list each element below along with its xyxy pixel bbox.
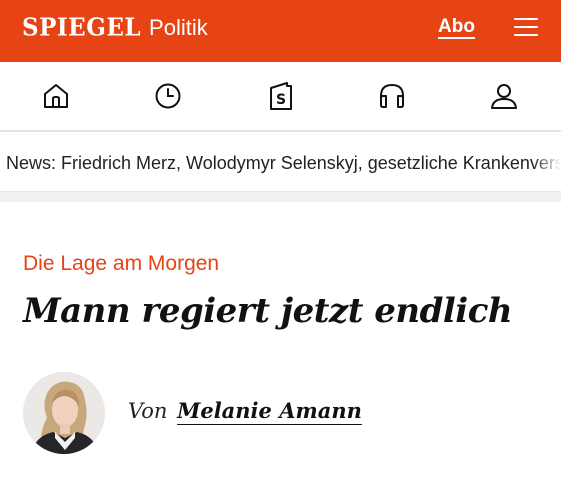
ticker-text[interactable]: News: Friedrich Merz, Wolodymyr Selensky… (6, 153, 561, 174)
byline-prefix: Von (128, 399, 168, 423)
news-ticker[interactable]: News: Friedrich Merz, Wolodymyr Selensky… (0, 134, 561, 192)
spiegel-s-icon[interactable]: S (266, 81, 296, 111)
home-icon[interactable] (41, 81, 71, 111)
ticker-fade (533, 134, 561, 191)
user-icon[interactable] (489, 81, 519, 111)
author-avatar[interactable] (23, 372, 105, 454)
brand[interactable]: SPIEGEL Politik (22, 13, 208, 41)
article-kicker[interactable]: Die Lage am Morgen (23, 252, 219, 276)
byline: Von Melanie Amann (128, 398, 362, 423)
section-divider (0, 192, 561, 202)
abo-link[interactable]: Abo (438, 16, 475, 38)
site-header: SPIEGEL Politik Abo (0, 0, 561, 62)
svg-text:S: S (276, 92, 286, 108)
article-headline: Mann regiert jetzt endlich (23, 291, 513, 331)
headphones-icon[interactable] (377, 81, 407, 111)
author-link[interactable]: Melanie Amann (177, 398, 362, 423)
icon-nav-bar: S (0, 62, 561, 132)
clock-icon[interactable] (153, 81, 183, 111)
hamburger-menu-icon[interactable] (514, 17, 538, 37)
section-title[interactable]: Politik (149, 15, 208, 41)
spiegel-logo[interactable]: SPIEGEL (22, 13, 141, 41)
